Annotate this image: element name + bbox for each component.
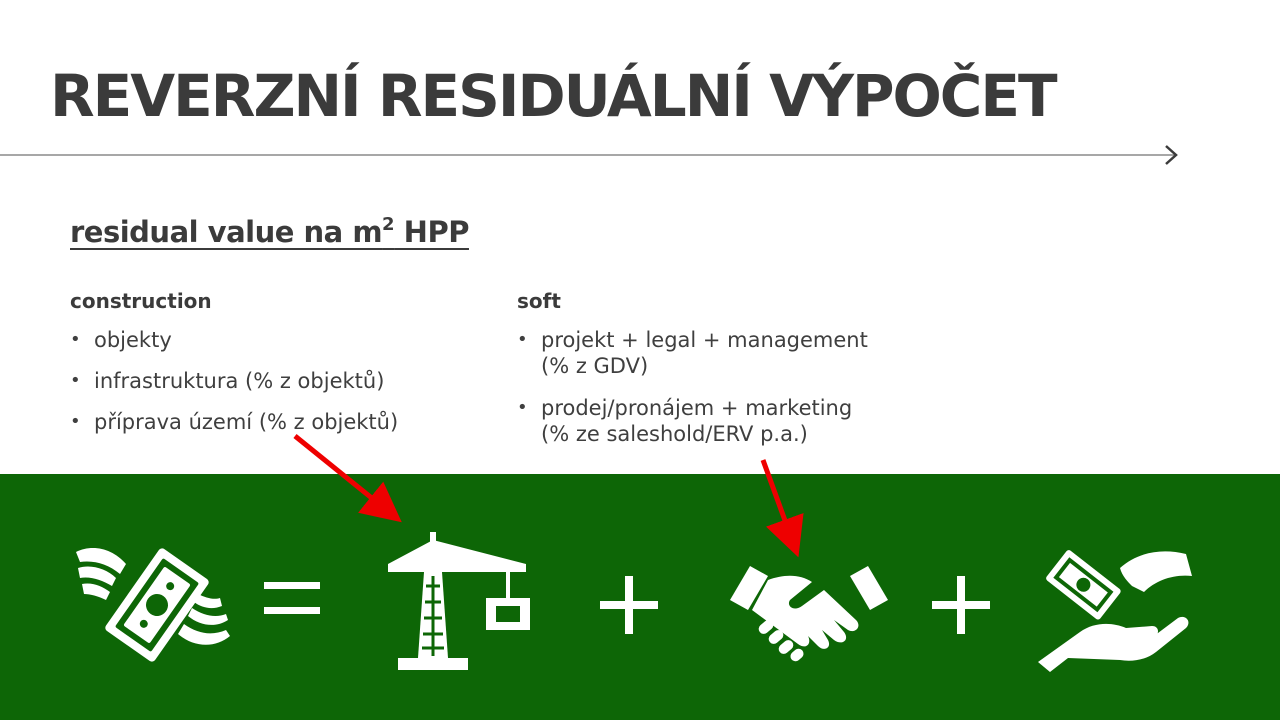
list-item-line2: (% z GDV) — [541, 354, 649, 378]
subtitle-text: residual value na m — [70, 215, 383, 249]
divider-arrow — [0, 145, 1178, 165]
flying-money-icon — [76, 548, 230, 662]
list-item: příprava území (% z objektů) — [70, 409, 398, 435]
plus-icon — [932, 576, 990, 634]
list-item-line1: projekt + legal + management — [541, 328, 868, 352]
soft-heading: soft — [517, 289, 561, 313]
equals-icon — [264, 582, 320, 614]
list-item: prodej/pronájem + marketing (% ze salesh… — [517, 395, 868, 447]
soft-list: projekt + legal + management (% z GDV) p… — [517, 327, 868, 447]
construction-heading: construction — [70, 289, 212, 313]
slide-title: REVERZNÍ RESIDUÁLNÍ VÝPOČET — [50, 62, 1058, 130]
list-item: objekty — [70, 327, 398, 353]
list-item-line2: (% ze saleshold/ERV p.a.) — [541, 422, 808, 446]
plus-icon — [600, 576, 658, 634]
money-hand-icon — [1038, 550, 1192, 672]
handshake-icon — [730, 566, 888, 662]
soft-column: soft projekt + legal + management (% z G… — [517, 289, 868, 463]
subtitle: residual value na m2 HPP — [70, 214, 469, 249]
list-item: projekt + legal + management (% z GDV) — [517, 327, 868, 379]
construction-list: objekty infrastruktura (% z objektů) pří… — [70, 327, 398, 435]
list-item: infrastruktura (% z objektů) — [70, 368, 398, 394]
subtitle-superscript: 2 — [382, 214, 395, 235]
crane-icon — [388, 532, 530, 670]
subtitle-tail: HPP — [394, 215, 470, 249]
list-item-line1: prodej/pronájem + marketing — [541, 396, 853, 420]
construction-column: construction objekty infrastruktura (% z… — [70, 289, 398, 450]
